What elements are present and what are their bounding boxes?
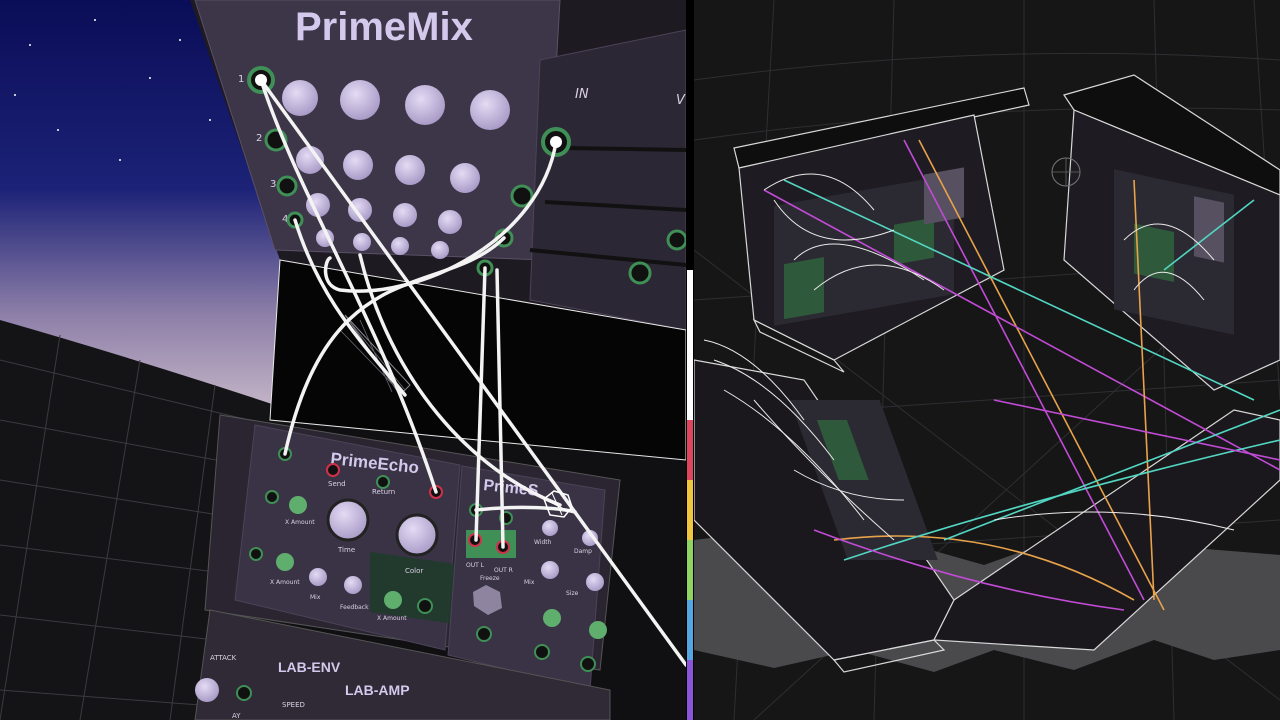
label-in: IN	[575, 87, 589, 102]
knob-icon[interactable]	[391, 237, 409, 255]
label-size: Size	[566, 590, 579, 597]
jack-icon[interactable]	[276, 175, 298, 197]
knob-icon[interactable]	[309, 568, 327, 586]
channel-number-2: 2	[256, 133, 262, 144]
knob-icon[interactable]	[543, 609, 561, 627]
knob-icon[interactable]	[393, 203, 417, 227]
divider-segment	[687, 270, 693, 420]
knob-icon[interactable]	[586, 573, 604, 591]
knob-icon[interactable]	[282, 80, 318, 116]
color-knob[interactable]	[395, 513, 439, 557]
divider-segment	[687, 420, 693, 480]
jack-icon[interactable]	[417, 598, 433, 614]
label-color: Color	[405, 567, 423, 575]
cable-plug[interactable]	[550, 136, 562, 148]
knob-icon[interactable]	[384, 591, 402, 609]
label-out-r: OUT R	[494, 567, 513, 574]
label-send: Send	[328, 480, 346, 488]
label-feedback: Feedback	[340, 604, 369, 611]
knob-icon[interactable]	[353, 233, 371, 251]
label-return: Return	[372, 488, 395, 496]
primemix-title: PrimeMix	[295, 5, 473, 49]
divider-segment	[687, 540, 693, 600]
jack-icon[interactable]	[666, 229, 686, 251]
knob-icon[interactable]	[542, 520, 558, 536]
lab-env-title: LAB-ENV	[278, 659, 341, 675]
knob-icon[interactable]	[340, 80, 380, 120]
knob-icon[interactable]	[450, 163, 480, 193]
channel-number-3: 3	[270, 179, 276, 190]
jack-icon[interactable]	[249, 547, 263, 561]
rack-first-person-view[interactable]: PrimeMix 1 2 3 4 IN V PrimeEcho Send Ret…	[0, 0, 686, 720]
jack-icon[interactable]	[265, 490, 279, 504]
primeverb-panel	[447, 465, 606, 691]
left-scene: PrimeMix 1 2 3 4 IN V PrimeEcho Send Ret…	[0, 0, 686, 720]
label-damp: Damp	[574, 548, 592, 555]
label-freeze: Freeze	[480, 575, 500, 582]
echo-display	[370, 552, 455, 624]
time-knob[interactable]	[326, 498, 370, 542]
label-width: Width	[534, 539, 552, 546]
cable-plug[interactable]	[255, 74, 267, 86]
label-mix-verb: Mix	[524, 579, 535, 586]
knob-icon[interactable]	[289, 496, 307, 514]
label-v: V	[676, 93, 686, 108]
knob-icon[interactable]	[589, 621, 607, 639]
view-divider	[686, 0, 694, 720]
knob-icon[interactable]	[470, 90, 510, 130]
jack-icon[interactable]	[476, 626, 492, 642]
jack-icon[interactable]	[326, 463, 340, 477]
jack-icon[interactable]	[236, 685, 252, 701]
divider-segment	[687, 480, 693, 540]
knob-icon[interactable]	[438, 210, 462, 234]
knob-icon[interactable]	[431, 241, 449, 259]
knob-icon[interactable]	[343, 150, 373, 180]
right-scene	[694, 0, 1280, 720]
jack-icon[interactable]	[534, 644, 550, 660]
primemix-output-panel	[529, 29, 686, 331]
label-amount-1: X Amount	[285, 519, 315, 526]
divider-segment	[687, 660, 693, 720]
jack-icon[interactable]	[376, 475, 390, 489]
lab-amp-title: LAB-AMP	[345, 682, 410, 698]
knob-icon[interactable]	[395, 155, 425, 185]
jack-icon[interactable]	[628, 261, 652, 285]
jack-icon[interactable]	[580, 656, 596, 672]
label-mix-echo: Mix	[310, 594, 321, 601]
rack-top-right-modules	[1114, 169, 1234, 335]
label-time: Time	[337, 546, 355, 554]
label-decay-partial: AY	[232, 712, 241, 720]
room-overview[interactable]	[694, 0, 1280, 720]
knob-icon[interactable]	[541, 561, 559, 579]
label-amount-3: X Amount	[377, 615, 407, 622]
label-amount-2: X Amount	[270, 579, 300, 586]
knob-icon[interactable]	[195, 678, 219, 702]
label-out-l: OUT L	[466, 562, 485, 569]
channel-number-1: 1	[238, 74, 244, 85]
divider-segment	[687, 600, 693, 660]
label-attack: ATTACK	[210, 654, 237, 662]
knob-icon[interactable]	[405, 85, 445, 125]
knob-icon[interactable]	[344, 576, 362, 594]
label-speed: SPEED	[282, 701, 305, 709]
knob-icon[interactable]	[276, 553, 294, 571]
